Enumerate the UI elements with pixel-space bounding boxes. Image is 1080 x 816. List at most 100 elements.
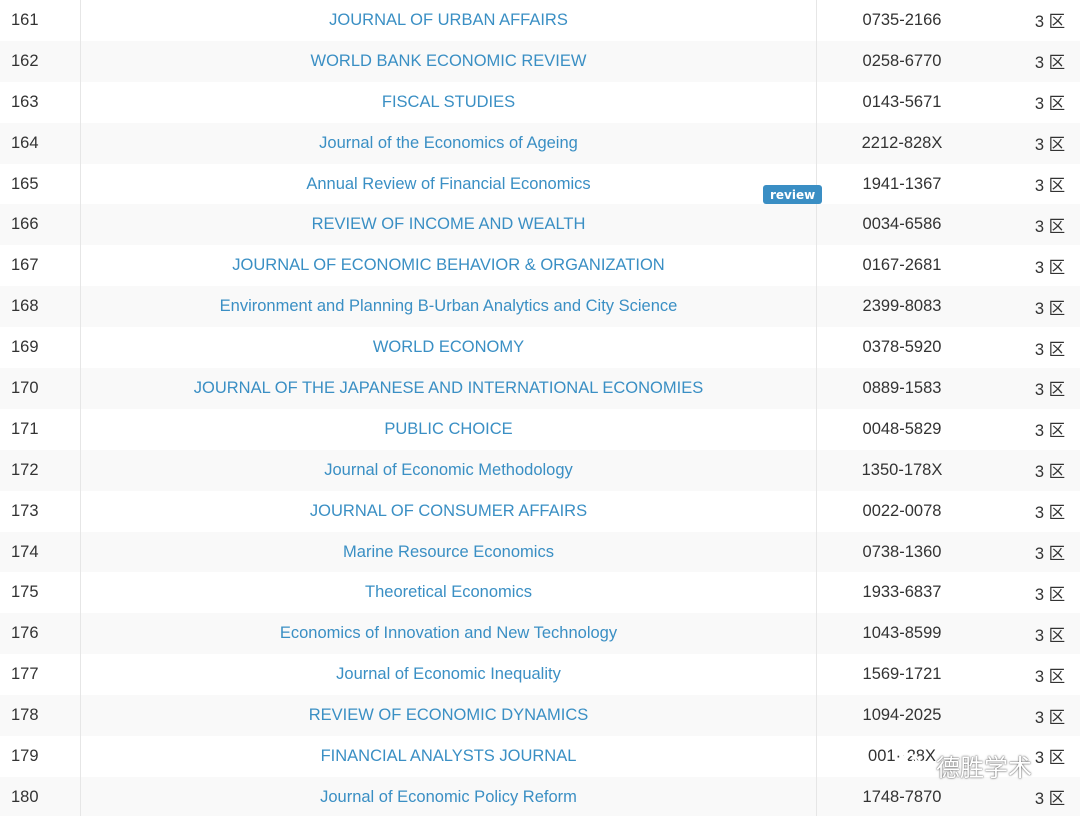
row-number: 166 [11,215,39,234]
table-row: 175 Theoretical Economics 1933-6837 3 区 [0,572,1080,614]
issn-cell: 0889-1583 [862,378,942,397]
review-badge[interactable]: review [763,185,823,204]
table-row: 173 JOURNAL OF CONSUMER AFFAIRS 0022-0078 3… [0,490,1080,532]
table-row: 176 Economics of Innovation and New Techn… [0,613,1080,655]
zone-cell: 3 区 [1034,585,1066,604]
issn-cell: 001··28X [868,746,936,765]
zone-cell: 3 区 [1034,422,1066,441]
journal-title-link[interactable]: Journal of Economic Methodology [81,450,816,491]
row-number: 164 [11,133,39,152]
table-row: 166 REVIEW OF INCOME AND WEALTH 0034-6586 3… [0,204,1080,246]
journal-title-link[interactable]: REVIEW OF ECONOMIC DYNAMICS [81,695,816,736]
table-row: 161 JOURNAL OF URBAN AFFAIRS 0735-2166 3 区 [0,0,1080,41]
zone-cell: 3 区 [1034,708,1066,727]
row-number: 180 [11,787,39,806]
journal-title-link[interactable]: Journal of Economic Policy Reform [81,777,816,816]
issn-cell: 0034-6586 [862,215,942,234]
journal-title-link[interactable]: Journal of Economic Inequality [81,654,816,695]
zone-cell: 3 区 [1034,54,1066,73]
journal-title-link[interactable]: REVIEW OF INCOME AND WEALTH [81,204,816,245]
journal-title-link[interactable]: Environment and Planning B-Urban Analyti… [81,286,816,327]
zone-cell: 3 区 [1034,381,1066,400]
row-number: 167 [11,256,39,275]
zone-cell: 3 区 [1034,504,1066,523]
issn-cell: 1569-1721 [862,665,942,684]
zone-cell: 3 区 [1034,217,1066,236]
review-badge-label: review [770,187,816,202]
row-number: 169 [11,338,39,357]
zone-cell: 3 区 [1034,13,1066,32]
table-row: 163 FISCAL STUDIES 0143-5671 3 区 [0,81,1080,123]
journal-title-link[interactable]: FISCAL STUDIES [81,82,816,123]
zone-cell: 3 区 [1034,95,1066,114]
issn-cell: 2212-828X [861,133,943,152]
journal-title-link[interactable]: JOURNAL OF THE JAPANESE AND INTERNATIONA… [81,368,816,409]
row-number: 175 [11,583,39,602]
journal-title-link[interactable]: WORLD BANK ECONOMIC REVIEW [81,41,816,82]
table-row: 164 Journal of the Economics of Ageing 221… [0,122,1080,164]
journal-title-link[interactable]: Journal of the Economics of Ageing [81,123,816,164]
journal-title-link[interactable]: JOURNAL OF CONSUMER AFFAIRS [81,491,816,532]
row-number: 172 [11,460,39,479]
issn-cell: 1933-6837 [862,583,942,602]
issn-cell: 1350-178X [861,460,943,479]
table-row: 180 Journal of Economic Policy Reform 1748… [0,776,1080,816]
issn-cell: 0738-1360 [862,542,942,561]
issn-cell: 0378-5920 [862,338,942,357]
row-number: 163 [11,92,39,111]
zone-cell: 3 区 [1034,463,1066,482]
row-number: 178 [11,706,39,725]
journal-title-link[interactable]: Theoretical Economics [81,572,816,613]
issn-cell: 1941-1367 [862,174,942,193]
table-row: 165 Annual Review of Financial Economics 1… [0,163,1080,205]
issn-cell: 0022-0078 [862,501,942,520]
zone-cell: 3 区 [1034,299,1066,318]
row-number: 173 [11,501,39,520]
table-row: 169 WORLD ECONOMY 0378-5920 3 区 [0,327,1080,369]
row-number: 177 [11,665,39,684]
journal-title-link[interactable]: JOURNAL OF ECONOMIC BEHAVIOR & ORGANIZAT… [81,245,816,286]
issn-cell: 0143-5671 [862,92,942,111]
zone-cell: 3 区 [1034,790,1066,809]
zone-cell: 3 区 [1034,136,1066,155]
zone-cell: 3 区 [1034,258,1066,277]
zone-cell: 3 区 [1034,545,1066,564]
table-row: 174 Marine Resource Economics 0738-1360 3 区 [0,531,1080,573]
table-row: 177 Journal of Economic Inequality 1569-17… [0,654,1080,696]
table-row: 168 Environment and Planning B-Urban Anal… [0,286,1080,328]
journal-title-link[interactable]: Annual Review of Financial Economics [81,164,816,205]
row-number: 161 [11,10,39,29]
journal-title-link[interactable]: FINANCIAL ANALYSTS JOURNAL [81,736,816,777]
table-row: 172 Journal of Economic Methodology 1350-1… [0,449,1080,491]
zone-cell: 3 区 [1034,626,1066,645]
issn-cell: 2399-8083 [862,297,942,316]
journal-title-link[interactable]: WORLD ECONOMY [81,327,816,368]
issn-cell: 0167-2681 [862,256,942,275]
row-number: 168 [11,297,39,316]
zone-cell: 3 区 [1034,749,1066,768]
journal-title-link[interactable]: Marine Resource Economics [81,532,816,573]
zone-cell: 3 区 [1034,340,1066,359]
issn-cell: 0048-5829 [862,419,942,438]
table-row: 170 JOURNAL OF THE JAPANESE AND INTERNATI… [0,368,1080,409]
table-row: 178 REVIEW OF ECONOMIC DYNAMICS 1094-2025 3… [0,695,1080,737]
zone-cell: 3 区 [1034,667,1066,686]
row-number: 162 [11,51,39,70]
issn-cell: 1748-7870 [862,787,942,806]
journal-title-link[interactable]: Economics of Innovation and New Technolo… [81,613,816,654]
table-row: 167 JOURNAL OF ECONOMIC BEHAVIOR & ORGANI… [0,245,1080,287]
row-number: 176 [11,624,39,643]
issn-cell: 0258-6770 [862,51,942,70]
issn-cell: 0735-2166 [862,10,942,29]
row-number: 179 [11,746,39,765]
table-row: 171 PUBLIC CHOICE 0048-5829 3 区 [0,408,1080,450]
journal-title-link[interactable]: PUBLIC CHOICE [81,409,816,450]
journal-title-link[interactable]: JOURNAL OF URBAN AFFAIRS [81,0,816,41]
journal-table: 161 JOURNAL OF URBAN AFFAIRS 0735-2166 3 区1… [0,0,1080,816]
row-number: 170 [11,378,39,397]
row-number: 174 [11,542,39,561]
issn-cell: 1043-8599 [862,624,942,643]
row-number: 171 [11,419,39,438]
zone-cell: 3 区 [1034,177,1066,195]
table-row: 179 FINANCIAL ANALYSTS JOURNAL 001··28X 3 区 [0,736,1080,777]
